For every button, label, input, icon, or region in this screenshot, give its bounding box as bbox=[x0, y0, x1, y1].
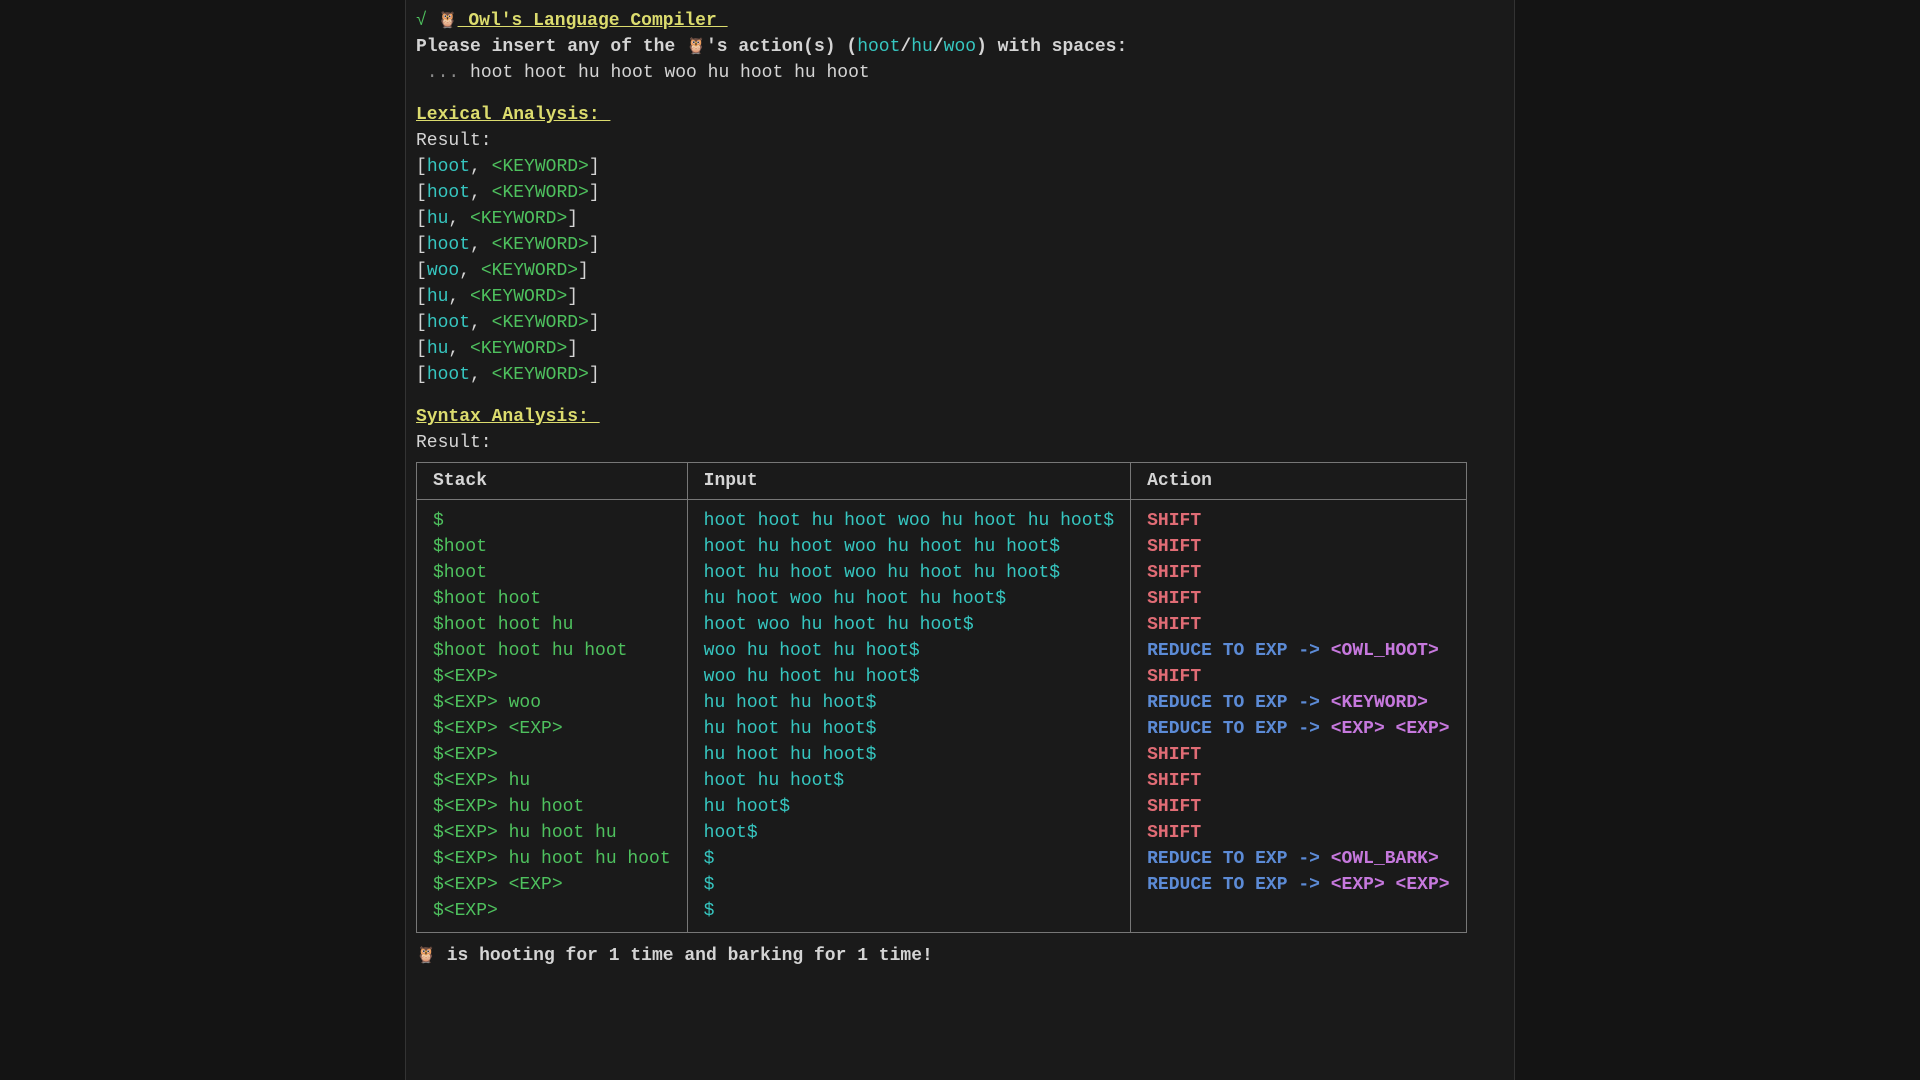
stack-line: $hoot hoot hu bbox=[433, 612, 671, 638]
input-value: hoot hoot hu hoot woo hu hoot hu hoot bbox=[470, 63, 870, 83]
action-line: SHIFT bbox=[1147, 560, 1449, 586]
footer-line: 🦉 is hooting for 1 time and barking for … bbox=[416, 943, 1504, 969]
lexical-token: [hoot, <KEYWORD>] bbox=[416, 232, 1504, 258]
stack-line: $<EXP> hu hoot hu bbox=[433, 820, 671, 846]
stack-line: $<EXP> woo bbox=[433, 690, 671, 716]
stack-line: $<EXP> hu bbox=[433, 768, 671, 794]
action-line: SHIFT bbox=[1147, 768, 1449, 794]
action-line: REDUCE TO EXP -> <EXP> <EXP> bbox=[1147, 872, 1449, 898]
lexical-token: [woo, <KEYWORD>] bbox=[416, 258, 1504, 284]
input-cell: hoot hoot hu hoot woo hu hoot hu hoot$ho… bbox=[687, 500, 1130, 933]
input-line: hoot$ bbox=[704, 820, 1114, 846]
input-line: hu hoot$ bbox=[704, 794, 1114, 820]
action-token: hoot bbox=[857, 37, 900, 57]
lexical-heading: Lexical Analysis: bbox=[416, 102, 1504, 128]
slash: / bbox=[900, 37, 911, 57]
owl-icon: 🦉 bbox=[686, 38, 706, 56]
stack-line: $<EXP> bbox=[433, 664, 671, 690]
stack-cell: $$hoot$hoot$hoot hoot$hoot hoot hu$hoot … bbox=[417, 500, 688, 933]
prompt-prefix: Please insert any of the bbox=[416, 37, 686, 57]
action-line: SHIFT bbox=[1147, 586, 1449, 612]
column-header-input: Input bbox=[687, 463, 1130, 500]
table-body-row: $$hoot$hoot$hoot hoot$hoot hoot hu$hoot … bbox=[417, 500, 1467, 933]
lexical-token: [hoot, <KEYWORD>] bbox=[416, 362, 1504, 388]
syntax-table: Stack Input Action $$hoot$hoot$hoot hoot… bbox=[416, 462, 1467, 933]
input-echo: ... hoot hoot hu hoot woo hu hoot hu hoo… bbox=[416, 60, 1504, 86]
stack-line: $<EXP> <EXP> bbox=[433, 716, 671, 742]
lexical-result-label: Result: bbox=[416, 128, 1504, 154]
column-header-stack: Stack bbox=[417, 463, 688, 500]
input-prefix: ... bbox=[416, 63, 470, 83]
input-line: hoot hu hoot$ bbox=[704, 768, 1114, 794]
stack-line: $<EXP> bbox=[433, 898, 671, 924]
action-line: SHIFT bbox=[1147, 534, 1449, 560]
check-icon: √ bbox=[416, 11, 427, 31]
input-line: $ bbox=[704, 872, 1114, 898]
action-line: SHIFT bbox=[1147, 820, 1449, 846]
input-line: hoot hu hoot woo hu hoot hu hoot$ bbox=[704, 534, 1114, 560]
prompt-suffix: ) with spaces: bbox=[976, 37, 1127, 57]
action-line: SHIFT bbox=[1147, 508, 1449, 534]
action-line: SHIFT bbox=[1147, 742, 1449, 768]
action-line: SHIFT bbox=[1147, 664, 1449, 690]
input-line: hu hoot hu hoot$ bbox=[704, 742, 1114, 768]
lexical-token: [hu, <KEYWORD>] bbox=[416, 284, 1504, 310]
stack-line: $hoot bbox=[433, 560, 671, 586]
app-title: Owl's Language Compiler bbox=[458, 11, 728, 31]
lexical-token: [hu, <KEYWORD>] bbox=[416, 336, 1504, 362]
input-line: woo hu hoot hu hoot$ bbox=[704, 664, 1114, 690]
owl-icon: 🦉 bbox=[416, 947, 436, 965]
stack-line: $hoot hoot hu hoot bbox=[433, 638, 671, 664]
action-line: REDUCE TO EXP -> <OWL_BARK> bbox=[1147, 846, 1449, 872]
input-line: hu hoot woo hu hoot hu hoot$ bbox=[704, 586, 1114, 612]
footer-text: is hooting for 1 time and barking for 1 … bbox=[436, 946, 933, 966]
input-line: hoot hoot hu hoot woo hu hoot hu hoot$ bbox=[704, 508, 1114, 534]
viewport: √ 🦉 Owl's Language Compiler Please inser… bbox=[0, 0, 1920, 1080]
action-line bbox=[1147, 898, 1449, 924]
stack-line: $<EXP> hu hoot hu hoot bbox=[433, 846, 671, 872]
input-line: $ bbox=[704, 846, 1114, 872]
lexical-tokens: [hoot, <KEYWORD>][hoot, <KEYWORD>][hu, <… bbox=[416, 154, 1504, 388]
stack-line: $<EXP> bbox=[433, 742, 671, 768]
table-header-row: Stack Input Action bbox=[417, 463, 1467, 500]
prompt-line: Please insert any of the 🦉's action(s) (… bbox=[416, 34, 1504, 60]
action-line: REDUCE TO EXP -> <KEYWORD> bbox=[1147, 690, 1449, 716]
input-line: hoot woo hu hoot hu hoot$ bbox=[704, 612, 1114, 638]
input-line: woo hu hoot hu hoot$ bbox=[704, 638, 1114, 664]
lexical-token: [hoot, <KEYWORD>] bbox=[416, 154, 1504, 180]
input-line: hu hoot hu hoot$ bbox=[704, 716, 1114, 742]
action-line: REDUCE TO EXP -> <OWL_HOOT> bbox=[1147, 638, 1449, 664]
stack-line: $hoot hoot bbox=[433, 586, 671, 612]
terminal-content: √ 🦉 Owl's Language Compiler Please inser… bbox=[406, 8, 1514, 969]
slash: / bbox=[933, 37, 944, 57]
lexical-token: [hu, <KEYWORD>] bbox=[416, 206, 1504, 232]
column-header-action: Action bbox=[1131, 463, 1466, 500]
input-line: hu hoot hu hoot$ bbox=[704, 690, 1114, 716]
action-line: REDUCE TO EXP -> <EXP> <EXP> bbox=[1147, 716, 1449, 742]
stack-line: $<EXP> hu hoot bbox=[433, 794, 671, 820]
terminal-panel: √ 🦉 Owl's Language Compiler Please inser… bbox=[405, 0, 1515, 1080]
action-token: hu bbox=[911, 37, 933, 57]
action-token: woo bbox=[944, 37, 976, 57]
owl-icon: 🦉 bbox=[438, 12, 458, 30]
prompt-text: 's action(s) ( bbox=[706, 37, 857, 57]
action-cell: SHIFTSHIFTSHIFTSHIFTSHIFTREDUCE TO EXP -… bbox=[1131, 500, 1466, 933]
action-line: SHIFT bbox=[1147, 612, 1449, 638]
action-line: SHIFT bbox=[1147, 794, 1449, 820]
syntax-heading: Syntax Analysis: bbox=[416, 404, 1504, 430]
stack-line: $<EXP> <EXP> bbox=[433, 872, 671, 898]
stack-line: $ bbox=[433, 508, 671, 534]
syntax-result-label: Result: bbox=[416, 430, 1504, 456]
lexical-token: [hoot, <KEYWORD>] bbox=[416, 180, 1504, 206]
title-line: √ 🦉 Owl's Language Compiler bbox=[416, 8, 1504, 34]
input-line: $ bbox=[704, 898, 1114, 924]
lexical-token: [hoot, <KEYWORD>] bbox=[416, 310, 1504, 336]
stack-line: $hoot bbox=[433, 534, 671, 560]
input-line: hoot hu hoot woo hu hoot hu hoot$ bbox=[704, 560, 1114, 586]
